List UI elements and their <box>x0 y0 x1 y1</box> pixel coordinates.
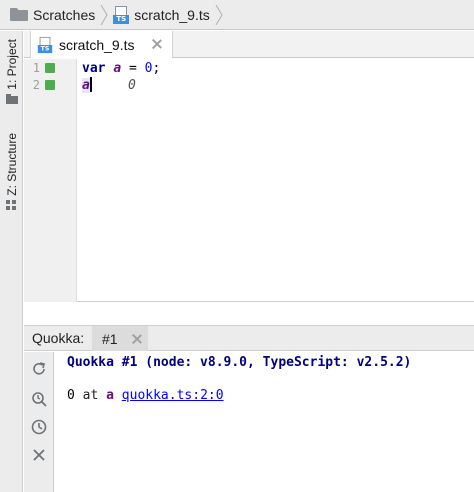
coverage-marker-icon <box>45 63 55 73</box>
quokka-toolbar <box>24 352 54 492</box>
code-editor[interactable]: 1 var a = 0; 2 a 0 <box>24 59 474 302</box>
typescript-file-icon: TS <box>113 5 130 24</box>
quokka-title: Quokka: <box>32 330 85 346</box>
line-number: 2 <box>32 78 40 92</box>
tool-tab-label: Z: Structure <box>4 133 19 196</box>
breadcrumb-label: scratch_9.ts <box>134 6 210 23</box>
line-number: 1 <box>32 61 40 75</box>
left-tool-strip: 1: Project Z: Structure <box>0 31 23 492</box>
breadcrumb-item-scratch-file[interactable]: TS scratch_9.ts <box>113 0 210 30</box>
text-caret <box>89 77 92 92</box>
quokka-tool-window-header: Quokka: #1 <box>24 325 474 351</box>
breadcrumb-label: Scratches <box>33 6 96 23</box>
tool-tab-label: 1: Project <box>4 39 19 90</box>
structure-icon <box>5 199 18 210</box>
history-icon[interactable] <box>30 418 48 436</box>
quokka-output-line: 0 at a quokka.ts:2:0 <box>67 388 224 403</box>
editor-bottom-space <box>24 303 474 325</box>
editor-gutter <box>24 59 77 302</box>
coverage-icon[interactable] <box>30 390 48 408</box>
chevron-right-icon <box>99 0 109 30</box>
breadcrumb-item-scratches[interactable]: Scratches <box>10 0 95 30</box>
tab-scratch-file[interactable]: TS scratch_9.ts <box>30 31 173 59</box>
chevron-right-icon <box>214 0 224 30</box>
close-tab-icon[interactable] <box>152 39 162 49</box>
tab-label: #1 <box>102 330 118 347</box>
tool-tab-project[interactable]: 1: Project <box>0 39 23 104</box>
folder-icon <box>10 8 28 21</box>
editor-tabs: TS scratch_9.ts <box>24 31 474 59</box>
code-line: 2 a 0 <box>24 77 474 94</box>
code-line: 1 var a = 0; <box>24 60 474 77</box>
folder-icon <box>5 93 18 104</box>
tool-tab-structure[interactable]: Z: Structure <box>0 133 23 210</box>
close-tab-icon[interactable] <box>132 334 142 344</box>
code-text: var a = 0; <box>82 61 161 76</box>
quokka-output-panel: Quokka #1 (node: v8.9.0, TypeScript: v2.… <box>55 352 474 492</box>
quokka-session-header: Quokka #1 (node: v8.9.0, TypeScript: v2.… <box>67 355 412 370</box>
breadcrumb: Scratches TS scratch_9.ts <box>0 0 474 30</box>
source-location-link[interactable]: quokka.ts:2:0 <box>122 388 224 403</box>
inline-value-hint: 0 <box>128 78 136 93</box>
close-icon[interactable] <box>30 446 48 464</box>
tab-label: scratch_9.ts <box>59 36 135 53</box>
typescript-file-icon: TS <box>37 36 53 53</box>
code-text: a <box>82 77 92 93</box>
coverage-marker-icon <box>45 80 55 90</box>
refresh-icon[interactable] <box>30 360 48 378</box>
tab-quokka-1[interactable]: #1 <box>92 326 148 351</box>
